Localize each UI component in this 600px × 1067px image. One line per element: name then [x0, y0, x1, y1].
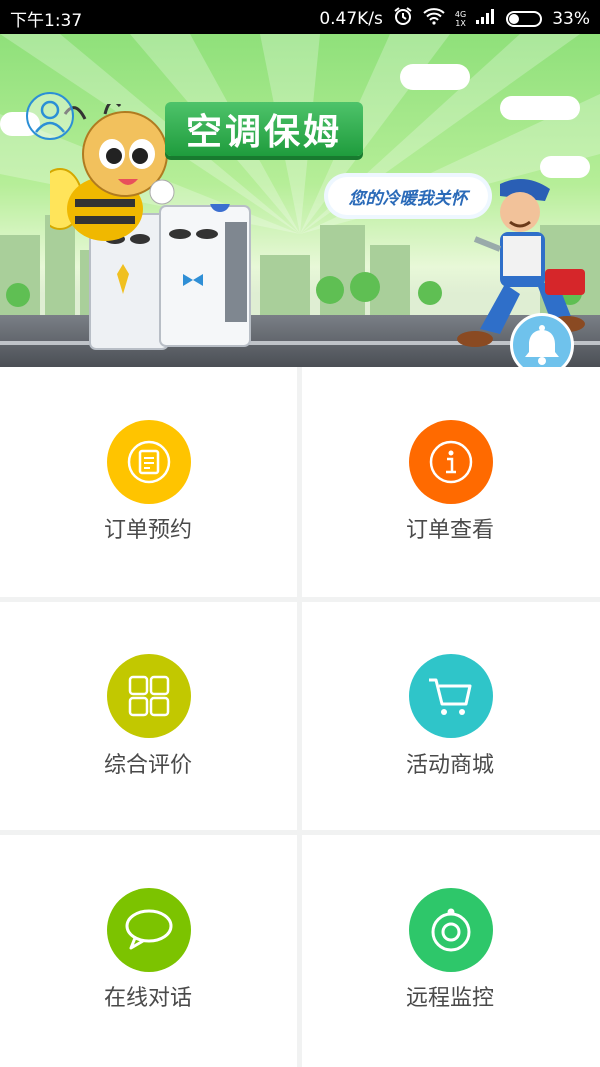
- banner[interactable]: 空调保姆 您的冷暖我关怀: [0, 34, 600, 367]
- user-icon: [35, 100, 65, 133]
- network-type-bottom: 1X: [455, 18, 466, 28]
- wifi-icon: [423, 7, 445, 30]
- network-type: 4G 1X: [455, 10, 466, 28]
- menu-item-icon-bg: [409, 420, 493, 504]
- menu-item-online-chat[interactable]: 在线对话: [0, 835, 297, 1067]
- network-speed: 0.47K/s: [319, 8, 383, 29]
- banner-title: 空调保姆: [165, 102, 363, 156]
- menu-item-label: 在线对话: [103, 986, 192, 1011]
- menu-item-icon-bg: [107, 654, 191, 738]
- menu-item-icon-bg: [409, 654, 493, 738]
- menu-item-label: 活动商城: [405, 753, 494, 778]
- signal-icon: [476, 8, 496, 29]
- network-type-top: 4G: [454, 9, 467, 19]
- bell-icon: [525, 325, 559, 365]
- cloud-decoration: [400, 64, 470, 90]
- status-time: 下午1:37: [10, 11, 83, 31]
- menu-item-label: 综合评价: [103, 753, 192, 778]
- notification-bell-button[interactable]: [510, 313, 574, 367]
- menu-item-icon-bg: [107, 420, 191, 504]
- menu-item-order-view[interactable]: 订单查看: [302, 367, 600, 597]
- user-avatar-button[interactable]: [26, 92, 74, 140]
- alarm-clock-icon: [393, 6, 413, 31]
- battery-percent: 33%: [552, 8, 590, 29]
- menu-item-label: 订单预约: [103, 518, 192, 543]
- cart-icon: [429, 678, 472, 715]
- battery-icon: [506, 10, 543, 27]
- menu-item-icon-bg: [107, 888, 191, 972]
- menu-item-order-booking[interactable]: 订单预约: [0, 367, 297, 597]
- menu-item-icon-bg: [409, 888, 493, 972]
- status-bar: 下午1:37 0.47K/s 4G 1X 33%: [0, 0, 600, 34]
- monitor-icon: [431, 908, 471, 952]
- menu-item-overall-rating[interactable]: 综合评价: [0, 602, 297, 830]
- grid-icon: [128, 675, 170, 717]
- cloud-decoration: [500, 96, 580, 120]
- chat-icon: [125, 909, 173, 950]
- info-icon: [429, 440, 473, 484]
- menu-item-activity-mall[interactable]: 活动商城: [302, 602, 600, 830]
- status-right: 0.47K/s 4G 1X 33%: [319, 6, 590, 31]
- menu-grid: 订单预约 订单查看 综合评价 活动商城 在线对话 远程监控: [0, 367, 600, 1067]
- document-icon: [127, 440, 171, 484]
- menu-item-label: 远程监控: [405, 986, 494, 1011]
- menu-item-remote-monitoring[interactable]: 远程监控: [302, 835, 600, 1067]
- menu-item-label: 订单查看: [405, 518, 494, 543]
